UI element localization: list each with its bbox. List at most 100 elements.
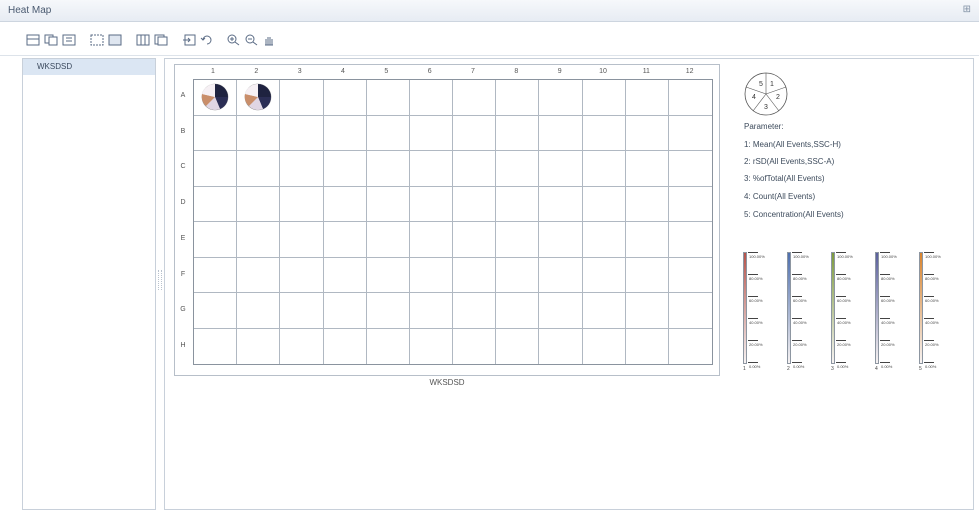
- well-G6[interactable]: [409, 293, 453, 329]
- well-A4[interactable]: [323, 80, 367, 116]
- well-E5[interactable]: [366, 222, 410, 258]
- well-B10[interactable]: [582, 115, 626, 151]
- well-D1[interactable]: [194, 186, 238, 222]
- well-D6[interactable]: [409, 186, 453, 222]
- well-C2[interactable]: [237, 151, 281, 187]
- well-H11[interactable]: [626, 328, 669, 364]
- pan-icon[interactable]: [262, 34, 276, 46]
- well-E12[interactable]: [668, 222, 712, 258]
- zoom-in-icon[interactable]: [226, 34, 240, 46]
- well-A5[interactable]: [366, 80, 410, 116]
- well-F4[interactable]: [323, 257, 367, 293]
- well-B8[interactable]: [496, 115, 540, 151]
- well-H6[interactable]: [410, 328, 453, 364]
- well-F3[interactable]: [280, 257, 324, 293]
- well-E10[interactable]: [582, 222, 626, 258]
- well-D4[interactable]: [323, 186, 367, 222]
- pin-icon[interactable]: ⊞: [963, 4, 971, 15]
- well-C12[interactable]: [668, 151, 712, 187]
- well-G1[interactable]: [194, 293, 238, 329]
- select-all-icon[interactable]: [108, 34, 122, 46]
- well-C5[interactable]: [366, 151, 410, 187]
- well-C4[interactable]: [323, 151, 367, 187]
- well-C11[interactable]: [625, 151, 669, 187]
- well-F2[interactable]: [237, 257, 281, 293]
- well-E4[interactable]: [323, 222, 367, 258]
- well-A2[interactable]: [237, 80, 281, 116]
- well-H7[interactable]: [453, 328, 497, 364]
- well-F6[interactable]: [409, 257, 453, 293]
- well-C7[interactable]: [453, 151, 497, 187]
- well-E11[interactable]: [625, 222, 669, 258]
- well-G7[interactable]: [453, 293, 497, 329]
- well-H5[interactable]: [367, 328, 410, 364]
- layout-icon[interactable]: [26, 34, 40, 46]
- grid-icon[interactable]: [136, 34, 150, 46]
- sidebar-item-plate[interactable]: WKSDSD: [23, 59, 155, 75]
- well-D10[interactable]: [582, 186, 626, 222]
- well-F1[interactable]: [194, 257, 238, 293]
- well-A7[interactable]: [453, 80, 497, 116]
- well-F7[interactable]: [453, 257, 497, 293]
- import-icon[interactable]: [182, 34, 196, 46]
- well-H10[interactable]: [583, 328, 626, 364]
- well-B3[interactable]: [280, 115, 324, 151]
- well-H12[interactable]: [669, 329, 712, 365]
- undo-icon[interactable]: [200, 34, 214, 46]
- well-H8[interactable]: [496, 328, 540, 364]
- well-C9[interactable]: [539, 151, 583, 187]
- well-D9[interactable]: [539, 186, 583, 222]
- well-C1[interactable]: [194, 151, 238, 187]
- copy-icon[interactable]: [44, 34, 58, 46]
- well-C6[interactable]: [409, 151, 453, 187]
- well-B6[interactable]: [409, 115, 453, 151]
- well-G8[interactable]: [496, 293, 540, 329]
- well-G9[interactable]: [539, 293, 583, 329]
- well-E2[interactable]: [237, 222, 281, 258]
- well-A6[interactable]: [409, 80, 453, 116]
- well-G12[interactable]: [668, 293, 712, 329]
- well-D2[interactable]: [237, 186, 281, 222]
- well-A11[interactable]: [625, 80, 669, 116]
- panel-splitter[interactable]: [158, 270, 162, 290]
- well-A12[interactable]: [668, 80, 712, 116]
- well-B9[interactable]: [539, 115, 583, 151]
- well-G4[interactable]: [323, 293, 367, 329]
- well-B2[interactable]: [237, 115, 281, 151]
- well-B7[interactable]: [453, 115, 497, 151]
- well-H1[interactable]: [194, 328, 238, 364]
- well-E9[interactable]: [539, 222, 583, 258]
- well-B4[interactable]: [323, 115, 367, 151]
- export-icon[interactable]: [62, 34, 76, 46]
- well-D11[interactable]: [625, 186, 669, 222]
- well-G11[interactable]: [625, 293, 669, 329]
- well-B11[interactable]: [625, 115, 669, 151]
- well-E1[interactable]: [194, 222, 238, 258]
- well-F12[interactable]: [668, 258, 712, 293]
- well-F11[interactable]: [625, 257, 669, 293]
- well-E6[interactable]: [409, 222, 453, 258]
- well-F8[interactable]: [496, 257, 540, 293]
- well-G3[interactable]: [280, 293, 324, 329]
- well-A8[interactable]: [496, 80, 540, 116]
- well-B12[interactable]: [668, 116, 712, 151]
- well-D12[interactable]: [668, 187, 712, 222]
- well-D3[interactable]: [280, 186, 324, 222]
- well-G5[interactable]: [366, 293, 410, 329]
- well-H2[interactable]: [237, 328, 281, 364]
- well-E3[interactable]: [280, 222, 324, 258]
- well-D5[interactable]: [366, 186, 410, 222]
- copy-plate-icon[interactable]: [154, 34, 168, 46]
- well-E7[interactable]: [453, 222, 497, 258]
- select-icon[interactable]: [90, 34, 104, 46]
- well-H4[interactable]: [324, 328, 367, 364]
- well-E8[interactable]: [496, 222, 540, 258]
- well-B1[interactable]: [194, 115, 238, 151]
- well-C8[interactable]: [496, 151, 540, 187]
- well-F9[interactable]: [539, 257, 583, 293]
- well-H3[interactable]: [280, 328, 324, 364]
- well-A10[interactable]: [582, 80, 626, 116]
- well-B5[interactable]: [366, 115, 410, 151]
- zoom-out-icon[interactable]: [244, 34, 258, 46]
- well-C10[interactable]: [582, 151, 626, 187]
